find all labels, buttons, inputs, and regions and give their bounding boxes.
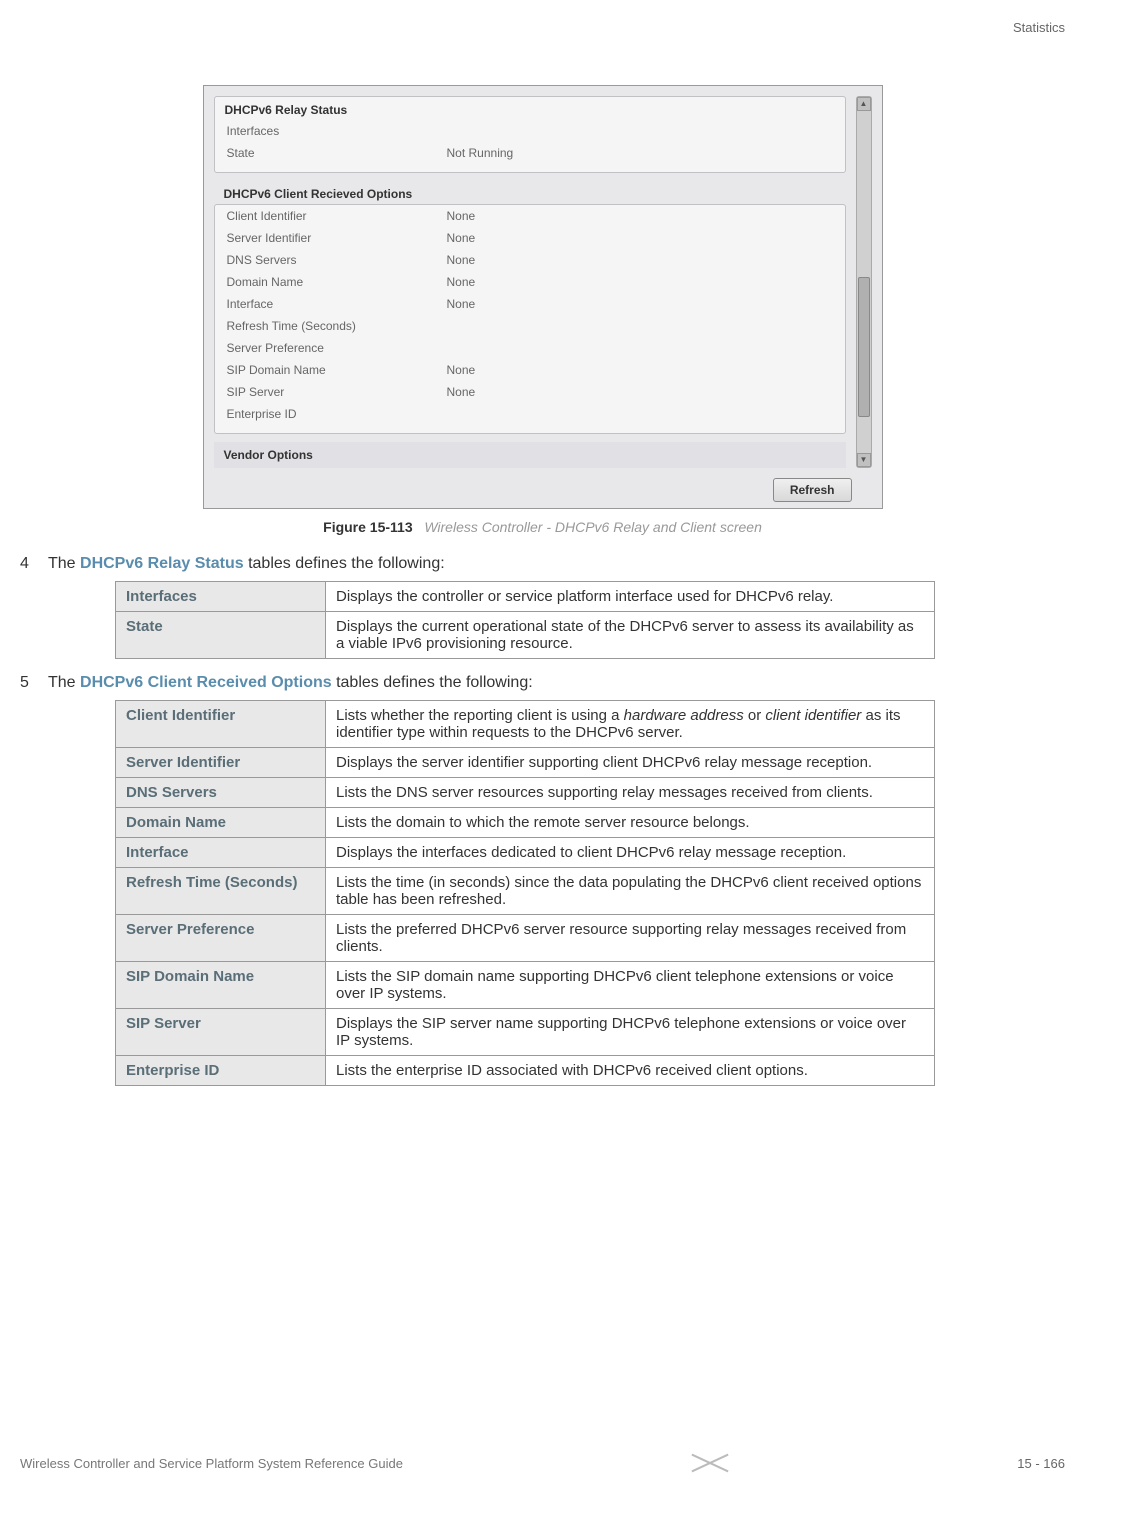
row-label: SIP Domain Name [227, 363, 447, 377]
scrollbar-thumb[interactable] [858, 277, 870, 417]
step-text: The DHCPv6 Client Received Options table… [48, 674, 1065, 692]
row-value [447, 407, 833, 421]
table-row: Refresh Time (Seconds)Lists the time (in… [116, 868, 935, 915]
desc-cell: Displays the SIP server name supporting … [326, 1009, 935, 1056]
page-footer: Wireless Controller and Service Platform… [20, 1443, 1065, 1483]
figure-desc: Wireless Controller - DHCPv6 Relay and C… [417, 519, 762, 535]
desc-cell: Displays the current operational state o… [326, 612, 935, 659]
term-cell: Interfaces [116, 582, 326, 612]
row-label: Interfaces [227, 124, 447, 138]
desc-cell: Lists the preferred DHCPv6 server resour… [326, 915, 935, 962]
step-number: 5 [20, 674, 38, 692]
row-label: Client Identifier [227, 209, 447, 223]
term-cell: SIP Domain Name [116, 962, 326, 1009]
term-cell: Client Identifier [116, 701, 326, 748]
row-value: None [447, 275, 833, 289]
desc-cell: Lists the time (in seconds) since the da… [326, 868, 935, 915]
client-options-group: Client IdentifierNone Server IdentifierN… [214, 204, 846, 434]
term-cell: Interface [116, 838, 326, 868]
relay-status-table: InterfacesDisplays the controller or ser… [115, 581, 935, 659]
row-value: None [447, 231, 833, 245]
desc-cell: Lists the DNS server resources supportin… [326, 778, 935, 808]
relay-status-group: DHCPv6 Relay Status Interfaces State Not… [214, 96, 846, 173]
step-text: The DHCPv6 Relay Status tables defines t… [48, 555, 1065, 573]
figure-caption: Figure 15-113 Wireless Controller - DHCP… [20, 519, 1065, 535]
desc-cell: Lists the domain to which the remote ser… [326, 808, 935, 838]
row-value [447, 124, 833, 138]
row-value: None [447, 209, 833, 223]
footer-text: Wireless Controller and Service Platform… [20, 1456, 403, 1471]
refresh-button[interactable]: Refresh [773, 478, 852, 502]
client-options-table: Client Identifier Lists whether the repo… [115, 700, 935, 1086]
term-cell: State [116, 612, 326, 659]
row-label: Enterprise ID [227, 407, 447, 421]
scrollbar-up-icon[interactable]: ▲ [857, 97, 871, 111]
table-row: InterfacesDisplays the controller or ser… [116, 582, 935, 612]
term-cell: Refresh Time (Seconds) [116, 868, 326, 915]
table-row: Client Identifier Lists whether the repo… [116, 701, 935, 748]
step-4: 4 The DHCPv6 Relay Status tables defines… [20, 555, 1065, 573]
figure-label: Figure 15-113 [323, 519, 413, 535]
relay-status-title: DHCPv6 Relay Status [215, 97, 845, 120]
client-options-title: DHCPv6 Client Recieved Options [214, 181, 846, 204]
table-row: SIP ServerDisplays the SIP server name s… [116, 1009, 935, 1056]
row-value: None [447, 297, 833, 311]
row-label: Interface [227, 297, 447, 311]
step-5: 5 The DHCPv6 Client Received Options tab… [20, 674, 1065, 692]
table-row: Domain NameLists the domain to which the… [116, 808, 935, 838]
row-label: State [227, 146, 447, 160]
row-value: None [447, 253, 833, 267]
desc-cell: Lists the SIP domain name supporting DHC… [326, 962, 935, 1009]
term-cell: DNS Servers [116, 778, 326, 808]
table-row: DNS ServersLists the DNS server resource… [116, 778, 935, 808]
term-cell: Enterprise ID [116, 1056, 326, 1086]
row-value: Not Running [447, 146, 833, 160]
row-label: DNS Servers [227, 253, 447, 267]
table-row: Server IdentifierDisplays the server ide… [116, 748, 935, 778]
desc-cell: Lists the enterprise ID associated with … [326, 1056, 935, 1086]
header-section: Statistics [20, 20, 1065, 35]
vendor-options-title: Vendor Options [214, 442, 846, 468]
row-label: SIP Server [227, 385, 447, 399]
row-value: None [447, 385, 833, 399]
term-cell: Server Preference [116, 915, 326, 962]
term-cell: Server Identifier [116, 748, 326, 778]
desc-cell: Lists whether the reporting client is us… [326, 701, 935, 748]
row-label: Server Preference [227, 341, 447, 355]
term-cell: SIP Server [116, 1009, 326, 1056]
desc-cell: Displays the controller or service platf… [326, 582, 935, 612]
row-value [447, 341, 833, 355]
relay-row: Interfaces [215, 120, 845, 142]
relay-row: State Not Running [215, 142, 845, 164]
desc-cell: Displays the interfaces dedicated to cli… [326, 838, 935, 868]
row-value [447, 319, 833, 333]
screenshot-figure: DHCPv6 Relay Status Interfaces State Not… [203, 85, 883, 509]
scrollbar[interactable]: ▲ ▼ [856, 96, 872, 468]
table-row: StateDisplays the current operational st… [116, 612, 935, 659]
desc-cell: Displays the server identifier supportin… [326, 748, 935, 778]
table-row: SIP Domain NameLists the SIP domain name… [116, 962, 935, 1009]
scrollbar-down-icon[interactable]: ▼ [857, 453, 871, 467]
row-label: Refresh Time (Seconds) [227, 319, 447, 333]
table-row: Enterprise IDLists the enterprise ID ass… [116, 1056, 935, 1086]
table-row: InterfaceDisplays the interfaces dedicat… [116, 838, 935, 868]
page-number: 15 - 166 [1017, 1456, 1065, 1471]
row-label: Domain Name [227, 275, 447, 289]
table-row: Server PreferenceLists the preferred DHC… [116, 915, 935, 962]
row-value: None [447, 363, 833, 377]
footer-logo-icon [690, 1443, 730, 1483]
term-cell: Domain Name [116, 808, 326, 838]
step-number: 4 [20, 555, 38, 573]
row-label: Server Identifier [227, 231, 447, 245]
